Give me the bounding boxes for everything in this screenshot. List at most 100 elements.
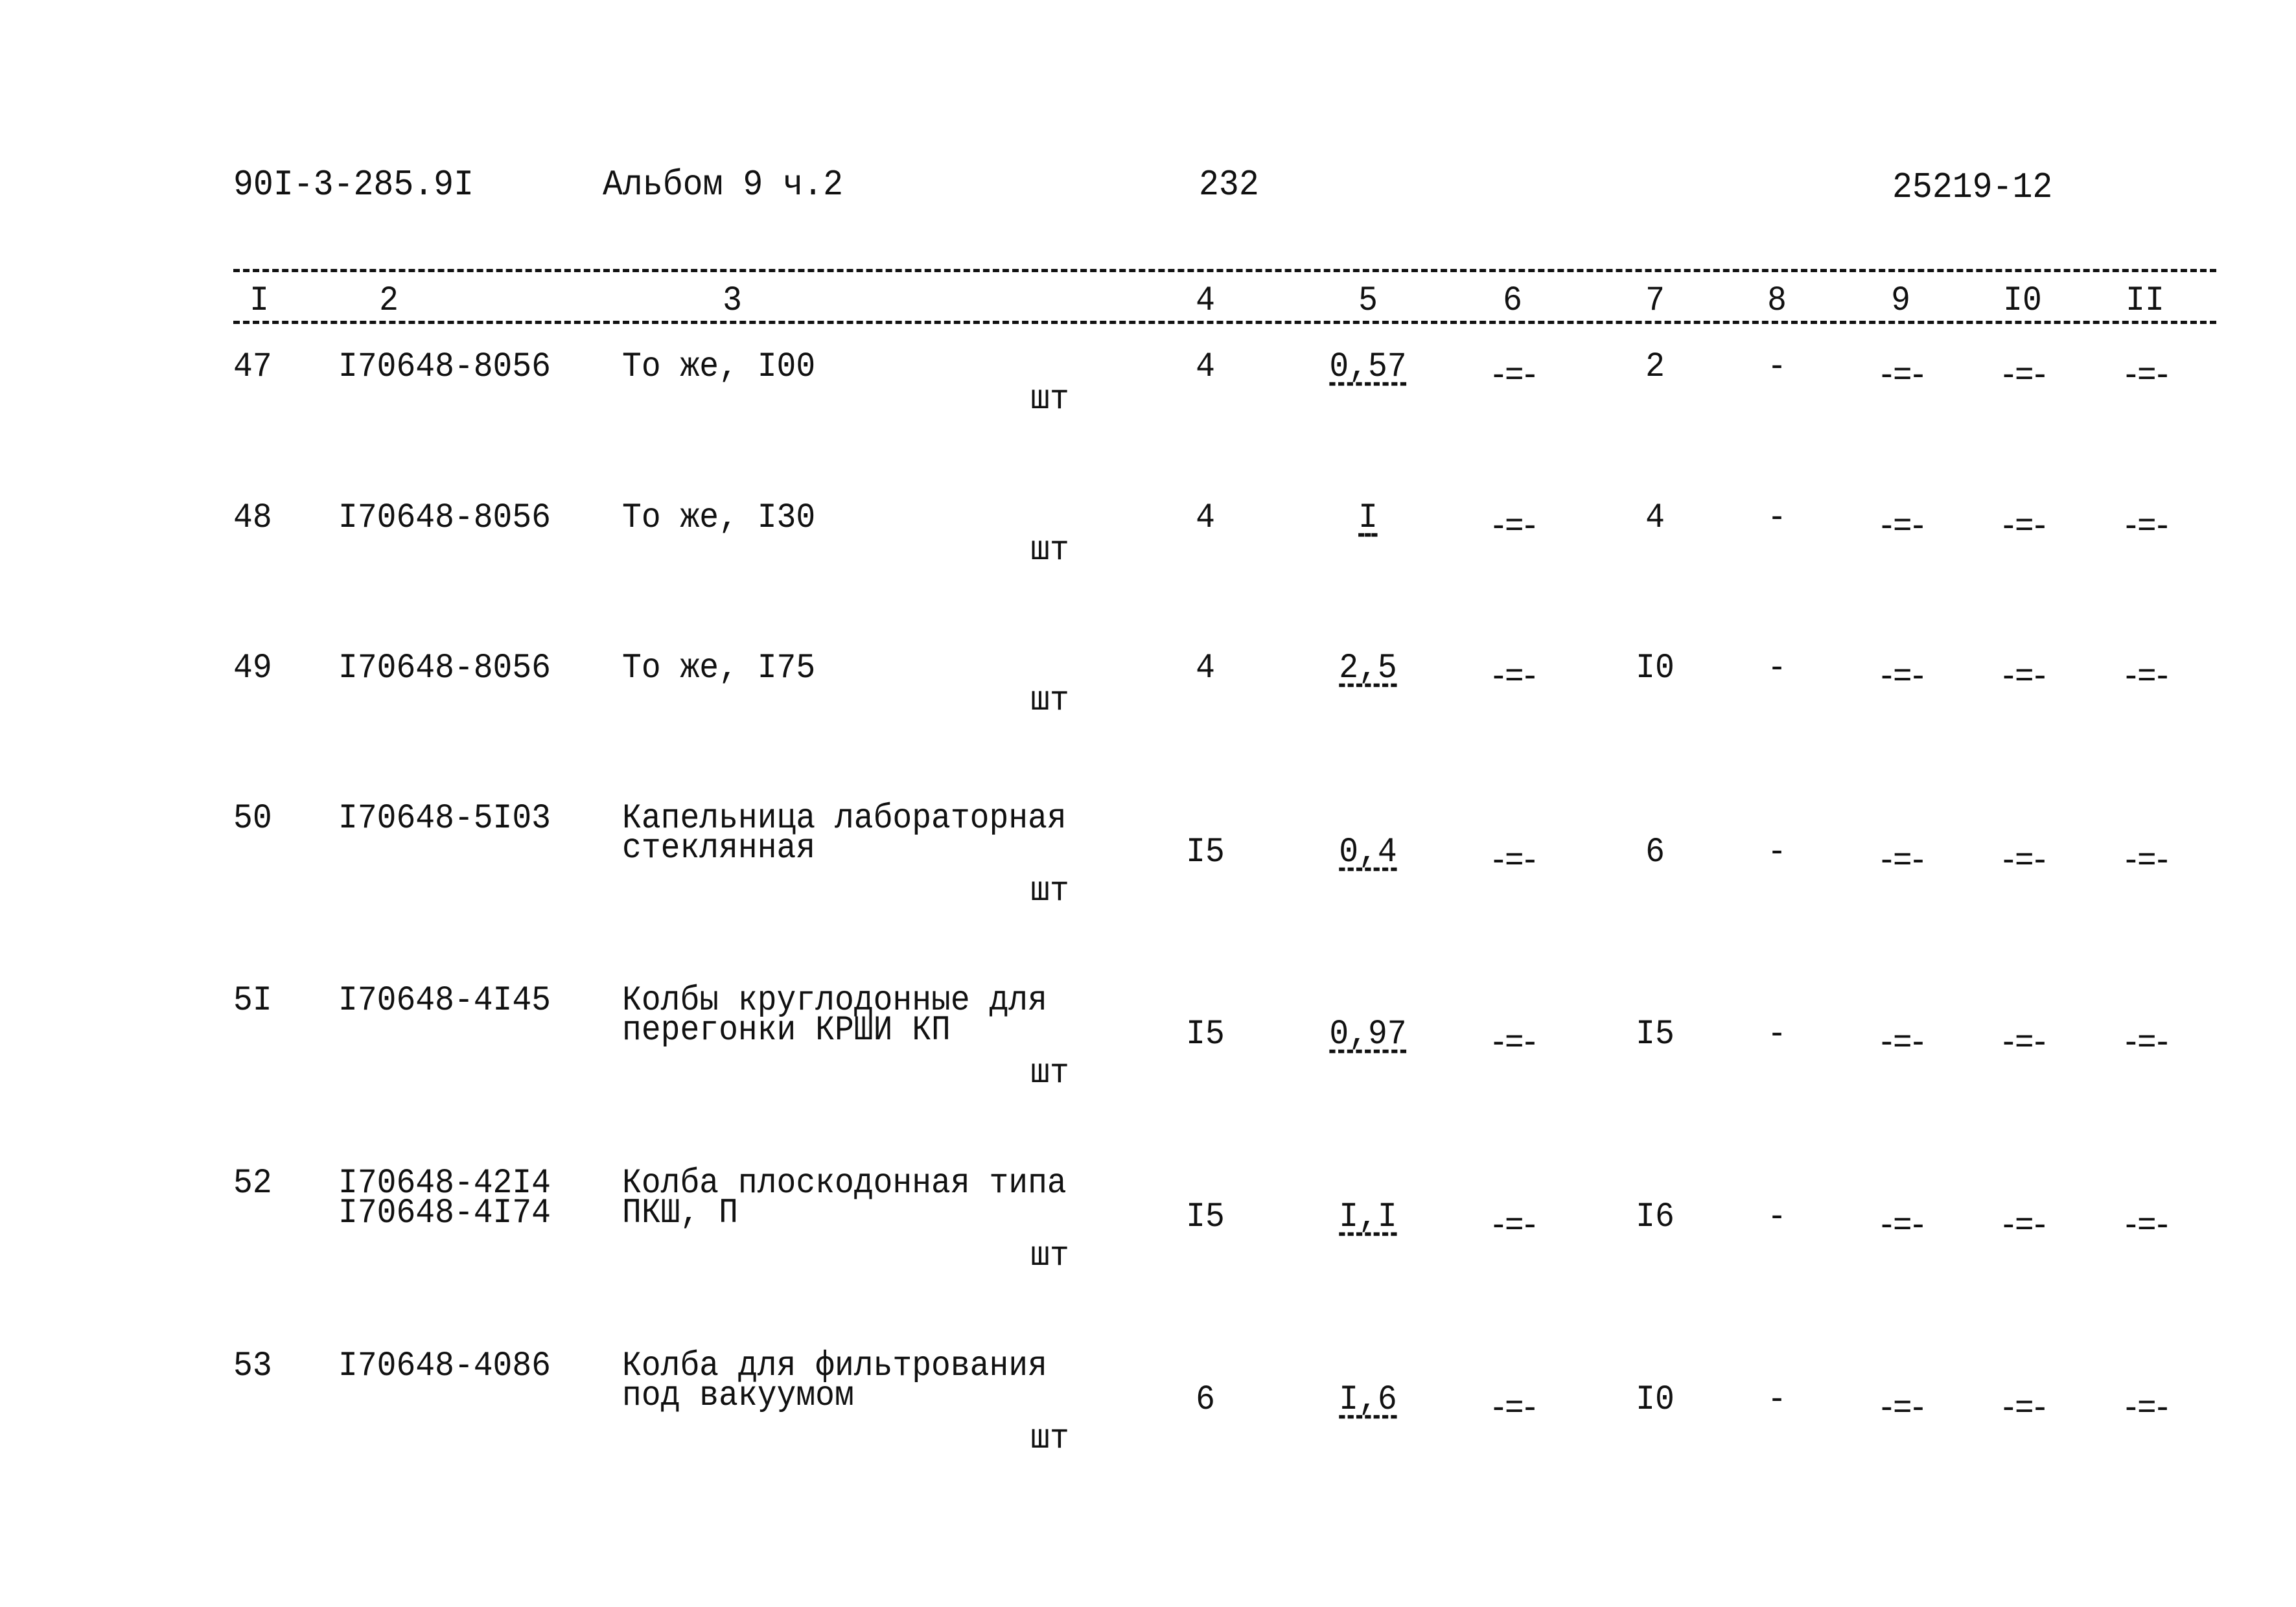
ditto-mark: -=- (1999, 1024, 2050, 1063)
value-col8: - (1767, 1015, 1787, 1054)
column-header-10: I0 (2003, 281, 2042, 321)
row-number: 5I (233, 981, 272, 1021)
item-code: I70648-4I74 (338, 1194, 551, 1233)
doc-code: 90I-3-285.9I (233, 164, 474, 205)
quantity: 4 (1196, 649, 1215, 688)
unit: шт (1030, 681, 1069, 721)
quantity: 4 (1196, 347, 1215, 387)
ditto-mark: -=- (2121, 842, 2172, 881)
unit: шт (1030, 1236, 1069, 1276)
value-col8: - (1767, 347, 1787, 387)
ditto-mark: -=- (1489, 1207, 1540, 1246)
row-number: 53 (233, 1347, 272, 1386)
ditto-mark: -=- (1999, 356, 2050, 396)
ditto-mark: -=- (2121, 1024, 2172, 1063)
ditto-mark: -=- (1999, 1207, 2050, 1246)
item-code: I70648-4086 (338, 1347, 551, 1386)
quantity: 4 (1196, 498, 1215, 538)
quantity: 6 (1196, 1380, 1215, 1420)
column-header-2: 2 (379, 281, 399, 321)
ditto-mark: -=- (1999, 1389, 2050, 1429)
row-number: 49 (233, 649, 272, 688)
column-header-8: 8 (1767, 281, 1787, 321)
unit-weight: 0,57 (1329, 347, 1407, 387)
ditto-mark: -=- (1877, 1389, 1928, 1429)
value-col8: - (1767, 1197, 1787, 1237)
item-name: перегонки КРШИ КП (622, 1011, 951, 1050)
value-col7: I6 (1636, 1197, 1675, 1237)
column-header-7: 7 (1645, 281, 1665, 321)
ditto-mark: -=- (2121, 1207, 2172, 1246)
value-col7: 2 (1645, 347, 1665, 387)
ditto-mark: -=- (1877, 842, 1928, 881)
value-col8: - (1767, 833, 1787, 872)
column-header-11: II (2126, 281, 2164, 321)
unit-weight: I,I (1339, 1197, 1397, 1237)
row-number: 47 (233, 347, 272, 387)
table-header-rule (233, 321, 2216, 324)
value-col7: I0 (1636, 649, 1675, 688)
unit-weight: 2,5 (1339, 649, 1397, 688)
ditto-mark: -=- (1877, 658, 1928, 697)
table-top-rule (233, 269, 2216, 272)
unit-weight: I,6 (1339, 1380, 1397, 1420)
column-header-1: I (249, 281, 269, 321)
ditto-mark: -=- (1877, 507, 1928, 547)
value-col8: - (1767, 649, 1787, 688)
ditto-mark: -=- (2121, 507, 2172, 547)
ditto-mark: -=- (1877, 1207, 1928, 1246)
ditto-mark: -=- (1489, 356, 1540, 396)
item-code: I70648-8056 (338, 649, 551, 688)
column-header-5: 5 (1358, 281, 1378, 321)
ditto-mark: -=- (1489, 1389, 1540, 1429)
ditto-mark: -=- (2121, 658, 2172, 697)
value-col8: - (1767, 498, 1787, 538)
quantity: I5 (1186, 1015, 1225, 1054)
unit: шт (1030, 1054, 1069, 1093)
column-header-3: 3 (723, 281, 742, 321)
item-code: I70648-8056 (338, 347, 551, 387)
ditto-mark: -=- (1999, 842, 2050, 881)
row-number: 52 (233, 1164, 272, 1203)
ditto-mark: -=- (1489, 842, 1540, 881)
item-name: То же, I75 (622, 649, 816, 688)
ditto-mark: -=- (1489, 507, 1540, 547)
ditto-mark: -=- (1999, 507, 2050, 547)
value-col7: I5 (1636, 1015, 1675, 1054)
row-number: 48 (233, 498, 272, 538)
row-number: 50 (233, 799, 272, 838)
quantity: I5 (1186, 833, 1225, 872)
item-name: стеклянная (622, 829, 816, 868)
unit-weight: 0,4 (1339, 833, 1397, 872)
ditto-mark: -=- (1489, 1024, 1540, 1063)
quantity: I5 (1186, 1197, 1225, 1237)
unit-weight: 0,97 (1329, 1015, 1407, 1054)
column-header-9: 9 (1891, 281, 1910, 321)
column-header-4: 4 (1196, 281, 1215, 321)
unit: шт (1030, 531, 1069, 570)
value-col7: 4 (1645, 498, 1665, 538)
value-col8: - (1767, 1380, 1787, 1420)
ditto-mark: -=- (1999, 658, 2050, 697)
item-name: ПКШ, П (622, 1194, 738, 1233)
item-code: I70648-4I45 (338, 981, 551, 1021)
item-code: I70648-8056 (338, 498, 551, 538)
ditto-mark: -=- (1489, 658, 1540, 697)
item-name: под вакуумом (622, 1376, 854, 1416)
column-header-6: 6 (1503, 281, 1522, 321)
album-label: Альбом 9 ч.2 (603, 164, 844, 205)
value-col7: 6 (1645, 833, 1665, 872)
sheet-number: 25219-12 (1892, 167, 2053, 208)
ditto-mark: -=- (2121, 356, 2172, 396)
ditto-mark: -=- (1877, 1024, 1928, 1063)
unit: шт (1030, 380, 1069, 419)
unit-weight: I (1358, 498, 1378, 538)
item-name: То же, I30 (622, 498, 816, 538)
ditto-mark: -=- (2121, 1389, 2172, 1429)
unit: шт (1030, 1419, 1069, 1459)
value-col7: I0 (1636, 1380, 1675, 1420)
page-number: 232 (1199, 164, 1259, 205)
item-name: То же, I00 (622, 347, 816, 387)
unit: шт (1030, 872, 1069, 911)
item-code: I70648-5I03 (338, 799, 551, 838)
